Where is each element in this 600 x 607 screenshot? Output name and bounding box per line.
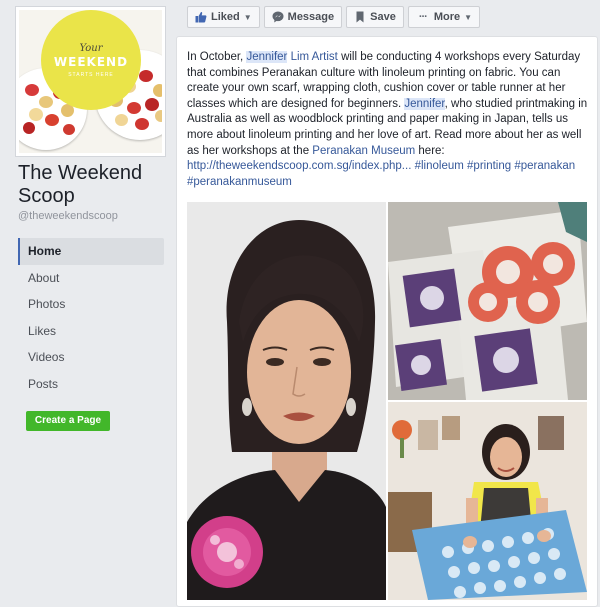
fruit-piece	[135, 118, 149, 130]
fruit-piece	[45, 114, 59, 126]
more-button[interactable]: ··· More ▼	[407, 6, 481, 28]
post-text-segment: In October,	[187, 51, 247, 63]
post-photo-grid	[187, 202, 589, 607]
chevron-down-icon: ▼	[243, 12, 252, 22]
weekend-logo: Your WEEKEND STARTS HERE	[41, 10, 141, 110]
photo-lino-prints[interactable]	[388, 202, 587, 400]
page-name[interactable]: The Weekend Scoop	[18, 162, 168, 208]
bookmark-icon	[354, 11, 366, 23]
fruit-piece	[23, 122, 35, 134]
logo-starts-here-text: STARTS HERE	[68, 71, 114, 78]
post-card: In October, Jennifer Lim Artist will be …	[176, 36, 598, 607]
fruit-piece	[29, 108, 43, 121]
photo-artist-with-fabric[interactable]	[388, 402, 587, 600]
link-peranakan-museum[interactable]: Peranakan Museum	[312, 145, 415, 157]
mention-jennifer[interactable]: Jennifer	[246, 51, 288, 63]
thumbs-up-icon	[195, 11, 207, 23]
nav-item-home[interactable]: Home	[18, 238, 164, 265]
fruit-piece	[39, 96, 53, 108]
message-label: Message	[287, 11, 335, 23]
fruit-piece	[153, 84, 162, 97]
hashtag-peranakan[interactable]: #peranakan	[514, 160, 575, 172]
logo-weekend-text: WEEKEND	[53, 54, 129, 69]
left-column: Your WEEKEND STARTS HERE The Weekend Sco…	[0, 0, 172, 607]
save-label: Save	[370, 11, 396, 23]
fruit-piece	[63, 124, 75, 135]
ellipsis-icon: ···	[418, 11, 428, 23]
profile-picture-image: Your WEEKEND STARTS HERE	[19, 10, 162, 153]
fruit-piece	[127, 102, 141, 114]
fruit-piece	[25, 84, 39, 96]
link-article-url[interactable]: http://theweekendscoop.com.sg/index.php.…	[187, 160, 411, 172]
save-button[interactable]: Save	[346, 6, 404, 28]
nav-item-about[interactable]: About	[18, 265, 164, 292]
liked-label: Liked	[211, 11, 240, 23]
hashtag-linoleum[interactable]: #linoleum	[415, 160, 464, 172]
more-label: More	[433, 11, 461, 23]
fruit-piece	[145, 98, 159, 111]
profile-picture[interactable]: Your WEEKEND STARTS HERE	[15, 6, 166, 157]
post-text: In October, Jennifer Lim Artist will be …	[187, 50, 591, 190]
logo-your-text: Your	[79, 42, 103, 54]
fruit-piece	[115, 114, 128, 126]
mention-lim-artist[interactable]: Lim Artist	[291, 51, 338, 63]
nav-item-posts[interactable]: Posts	[18, 371, 164, 398]
page-nav: Home About Photos Likes Videos Posts	[18, 238, 164, 397]
mention-jennifer[interactable]: Jennifer	[404, 97, 445, 110]
photo-portrait[interactable]	[187, 202, 386, 600]
page-handle[interactable]: @theweekendscoop	[18, 210, 118, 222]
liked-button[interactable]: Liked ▼	[187, 6, 260, 28]
page-action-toolbar: Liked ▼ Message Save ··· More ▼	[187, 6, 481, 30]
message-button[interactable]: Message	[263, 6, 343, 28]
post-text-segment: here:	[415, 144, 445, 157]
nav-item-likes[interactable]: Likes	[18, 318, 164, 345]
hashtag-printing[interactable]: #printing	[467, 160, 511, 172]
nav-item-videos[interactable]: Videos	[18, 344, 164, 371]
create-page-button[interactable]: Create a Page	[26, 411, 110, 431]
fruit-piece	[139, 70, 153, 82]
fruit-piece	[155, 110, 162, 122]
nav-item-photos[interactable]: Photos	[18, 291, 164, 318]
hashtag-peranakanmuseum[interactable]: #peranakanmuseum	[187, 176, 292, 188]
chevron-down-icon: ▼	[464, 12, 473, 22]
messenger-icon	[272, 11, 284, 23]
